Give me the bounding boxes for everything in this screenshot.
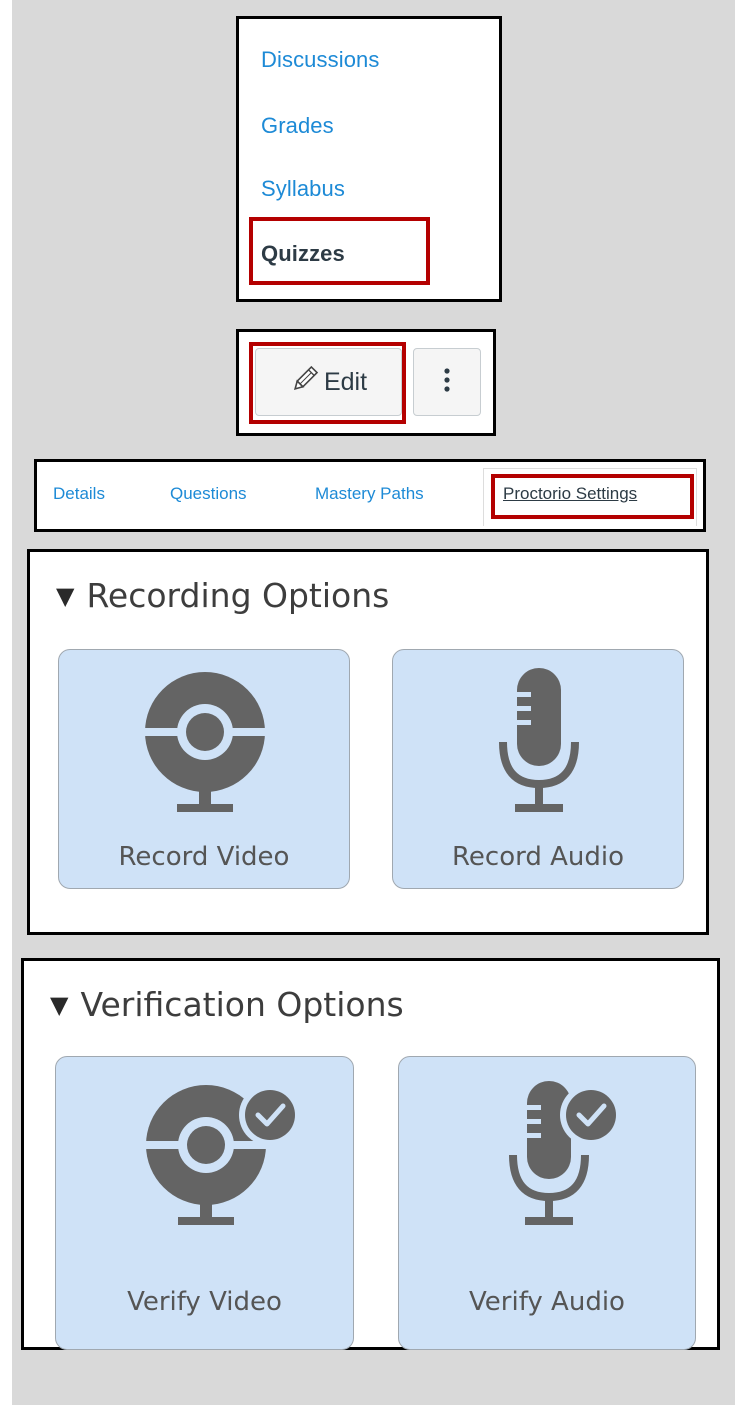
tab-questions[interactable]: Questions [170, 484, 247, 504]
collapse-triangle-icon: ▼ [56, 581, 75, 610]
record-video-card[interactable]: Record Video [58, 649, 350, 889]
verify-audio-card[interactable]: Verify Audio [398, 1056, 696, 1350]
nav-item-syllabus[interactable]: Syllabus [261, 176, 345, 202]
verification-options-title: Verification Options [80, 985, 404, 1024]
verification-options-panel: ▼ Verification Options Verify Video Veri… [21, 958, 720, 1350]
recording-options-title: Recording Options [86, 576, 390, 615]
course-nav-panel: Discussions Grades Syllabus Quizzes [236, 16, 502, 302]
collapse-triangle-icon: ▼ [50, 990, 69, 1019]
more-options-button[interactable] [413, 348, 481, 416]
recording-options-panel: ▼ Recording Options Record Video Record … [27, 549, 709, 935]
tab-mastery-paths[interactable]: Mastery Paths [315, 484, 424, 504]
edit-button-label: Edit [323, 367, 368, 396]
nav-item-quizzes[interactable]: Quizzes [261, 241, 345, 267]
record-video-label: Record Video [118, 842, 290, 872]
tab-details[interactable]: Details [53, 484, 105, 504]
pencil-icon [290, 364, 320, 401]
verify-video-label: Verify Video [127, 1287, 282, 1317]
kebab-menu-icon [443, 367, 451, 398]
nav-item-discussions[interactable]: Discussions [261, 47, 379, 73]
verify-audio-label: Verify Audio [469, 1287, 625, 1317]
record-audio-label: Record Audio [452, 842, 624, 872]
verify-video-card[interactable]: Verify Video [55, 1056, 354, 1350]
verification-options-toggle[interactable]: ▼ Verification Options [50, 985, 404, 1024]
quiz-toolbar-panel: Edit [236, 329, 496, 436]
nav-item-grades[interactable]: Grades [261, 113, 334, 139]
record-audio-card[interactable]: Record Audio [392, 649, 684, 889]
tab-proctorio-settings[interactable]: Proctorio Settings [503, 484, 637, 504]
recording-options-toggle[interactable]: ▼ Recording Options [56, 576, 389, 615]
edit-button[interactable]: Edit [255, 348, 402, 416]
quiz-tabs-panel: Details Questions Mastery Paths Proctori… [34, 459, 706, 532]
